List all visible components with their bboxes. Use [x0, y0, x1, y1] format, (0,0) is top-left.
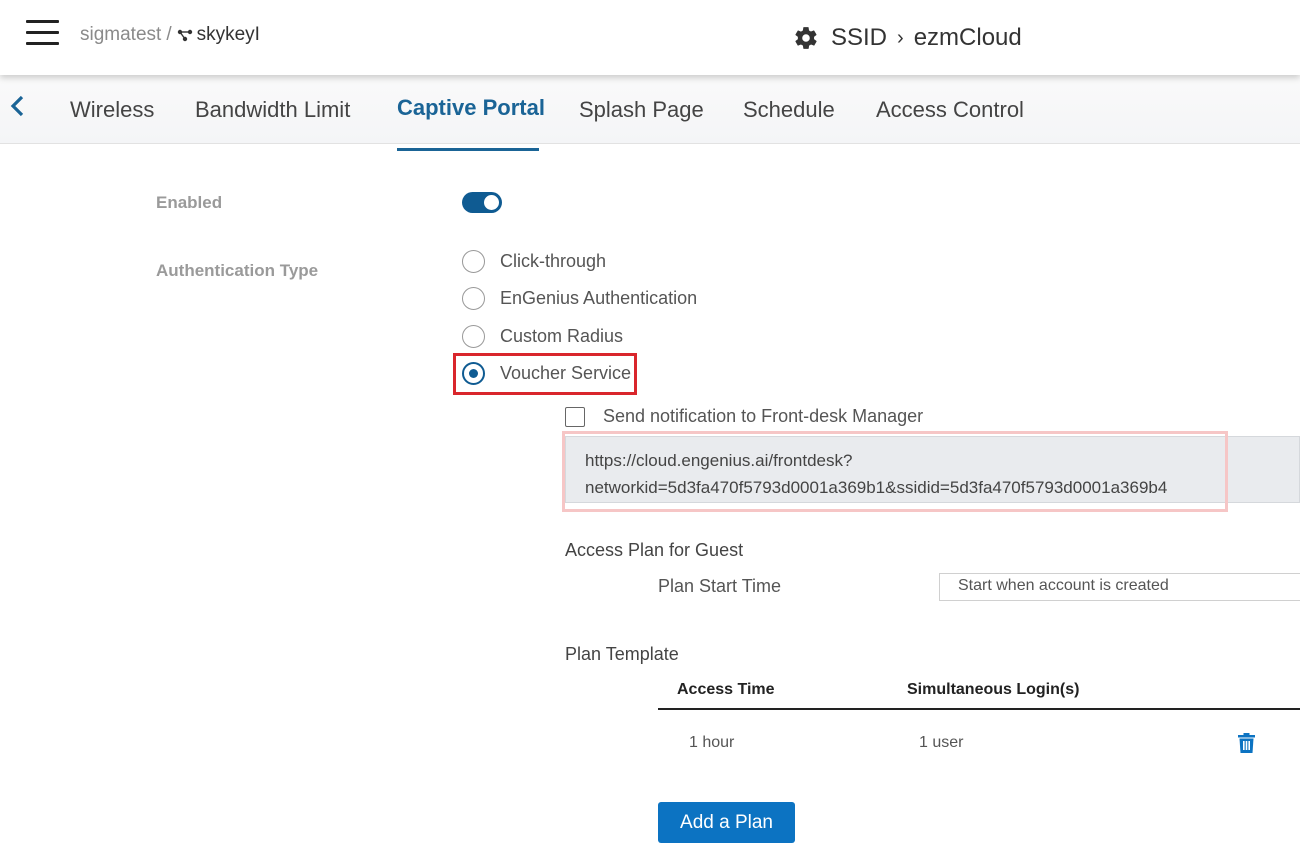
trash-icon[interactable] [1238, 733, 1255, 753]
gear-icon [795, 27, 817, 49]
radio-label: EnGenius Authentication [500, 288, 698, 308]
breadcrumb-org[interactable]: sigmatest [80, 24, 161, 46]
radio-button[interactable] [462, 325, 485, 348]
radio-label: Click-through [500, 251, 607, 271]
breadcrumb-network[interactable]: skykeyI [197, 24, 260, 46]
tab-captive-portal[interactable]: Captive Portal [397, 95, 545, 121]
back-chevron-icon[interactable] [8, 93, 28, 119]
notify-checkbox[interactable] [565, 406, 585, 427]
cell-logins: 1 user [919, 734, 964, 751]
top-header: sigmatest / skykeyI SSID › ezmCloud [0, 0, 1300, 75]
tab-schedule[interactable]: Schedule [743, 97, 835, 123]
page-title: SSID › ezmCloud [793, 24, 1022, 52]
radio-click-through[interactable]: Click-through [462, 250, 606, 273]
tab-bandwidth-limit[interactable]: Bandwidth Limit [195, 97, 350, 123]
cell-access-time: 1 hour [689, 734, 735, 751]
plan-start-time-label: Plan Start Time [658, 576, 782, 596]
tab-bar: Wireless Bandwidth Limit Captive Portal … [0, 75, 1300, 144]
notify-label: Send notification to Front-desk Manager [603, 406, 924, 426]
active-tab-indicator [397, 148, 539, 151]
enabled-label: Enabled [156, 193, 223, 212]
radio-engenius-authentication[interactable]: EnGenius Authentication [462, 287, 697, 310]
network-icon [177, 29, 192, 42]
column-header-access-time: Access Time [677, 681, 775, 698]
column-header-simultaneous-logins: Simultaneous Login(s) [907, 681, 1080, 698]
breadcrumb: sigmatest / skykeyI [80, 24, 260, 46]
add-plan-button[interactable]: Add a Plan [658, 802, 795, 843]
url-highlight-box [562, 431, 1228, 512]
table-header: Access Time Simultaneous Login(s) [658, 673, 1300, 710]
radio-button[interactable] [462, 250, 485, 273]
breadcrumb-separator: / [166, 24, 172, 45]
notify-front-desk-option[interactable]: Send notification to Front-desk Manager [565, 406, 923, 427]
table-row: 1 hour 1 user [658, 710, 1300, 776]
tab-wireless[interactable]: Wireless [70, 97, 154, 123]
access-plan-heading: Access Plan for Guest [565, 540, 744, 560]
enabled-toggle[interactable] [462, 192, 502, 213]
plan-template-table: Access Time Simultaneous Login(s) 1 hour… [658, 673, 1300, 776]
title-chevron: › [897, 26, 904, 49]
radio-button[interactable] [462, 287, 485, 310]
section-label: SSID [831, 24, 888, 51]
plan-start-time-select[interactable]: Start when account is created [939, 573, 1300, 601]
tab-splash-page[interactable]: Splash Page [579, 97, 704, 123]
authentication-type-label: Authentication Type [156, 261, 319, 280]
ssid-name: ezmCloud [913, 24, 1022, 51]
radio-custom-radius[interactable]: Custom Radius [462, 325, 623, 348]
tab-access-control[interactable]: Access Control [876, 97, 1024, 123]
voucher-service-highlight-box [453, 353, 637, 395]
radio-label: Custom Radius [500, 326, 624, 346]
plan-template-heading: Plan Template [565, 644, 679, 664]
hamburger-menu-icon[interactable] [26, 20, 59, 46]
